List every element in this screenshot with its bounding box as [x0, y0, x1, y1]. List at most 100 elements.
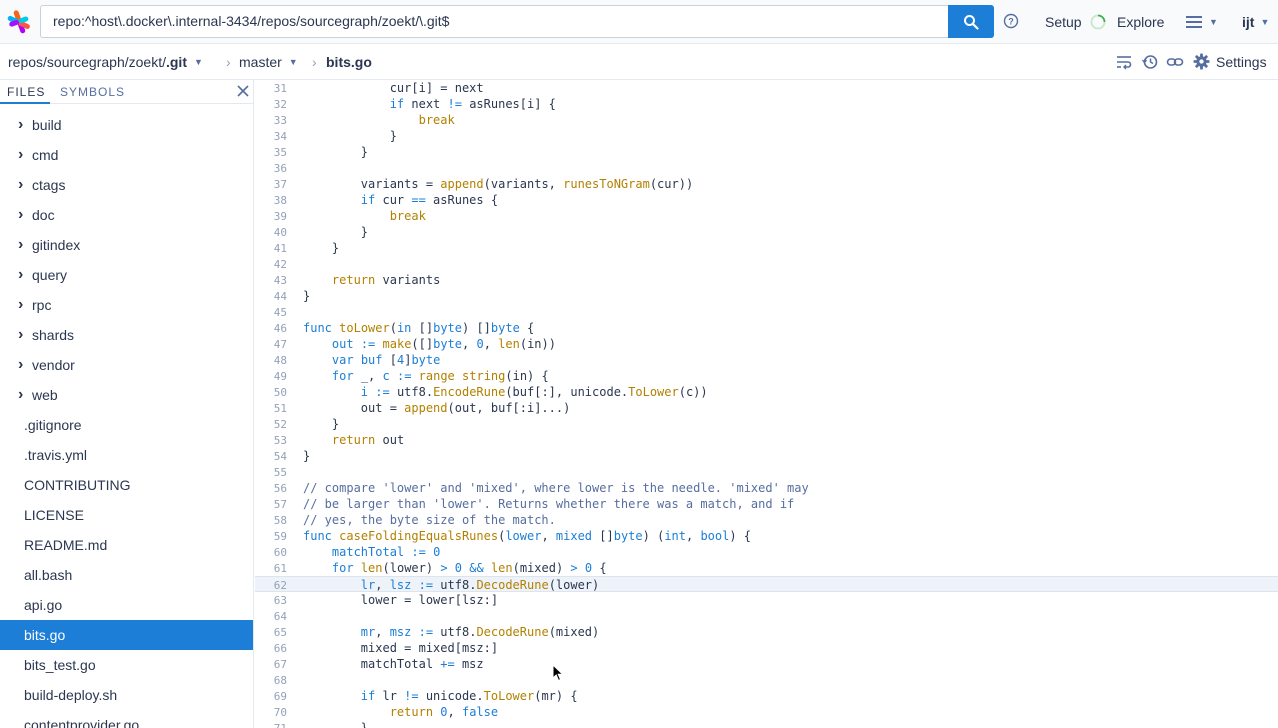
- line-number[interactable]: 35: [255, 145, 287, 161]
- code-line[interactable]: 44}: [255, 288, 1278, 304]
- repo-breadcrumb[interactable]: repos/sourcegraph/zoekt/.git ▼: [8, 54, 203, 70]
- code-line[interactable]: 35 }: [255, 144, 1278, 160]
- tree-dir-item[interactable]: › cmd: [0, 140, 253, 170]
- line-number[interactable]: 71: [255, 721, 287, 728]
- line-number[interactable]: 50: [255, 385, 287, 401]
- code-line[interactable]: 33 break: [255, 112, 1278, 128]
- code-line[interactable]: 37 variants = append(variants, runesToNG…: [255, 176, 1278, 192]
- code-line[interactable]: 65 mr, msz := utf8.DecodeRune(mixed): [255, 624, 1278, 640]
- tree-file-item[interactable]: bits.go: [0, 620, 253, 650]
- code-line[interactable]: 48 var buf [4]byte: [255, 352, 1278, 368]
- line-number[interactable]: 44: [255, 289, 287, 305]
- code-line[interactable]: 56 // compare 'lower' and 'mixed', where …: [255, 480, 1278, 496]
- line-number[interactable]: 61: [255, 561, 287, 577]
- code-line[interactable]: 55: [255, 464, 1278, 480]
- line-number[interactable]: 31: [255, 81, 287, 97]
- tree-dir-item[interactable]: › web: [0, 380, 253, 410]
- tab-symbols[interactable]: SYMBOLS: [60, 85, 125, 99]
- code-view[interactable]: 31 cur[i] = next 32 if next != asRunes[i]…: [255, 80, 1278, 728]
- tree-file-item[interactable]: api.go: [0, 590, 253, 620]
- line-number[interactable]: 42: [255, 257, 287, 273]
- code-line[interactable]: 59 func caseFoldingEqualsRunes(lower, mix…: [255, 528, 1278, 544]
- search-input[interactable]: repo:^host\.docker\.internal-3434/repos/…: [40, 5, 948, 38]
- tree-dir-item[interactable]: › gitindex: [0, 230, 253, 260]
- code-line[interactable]: 67 matchTotal += msz: [255, 656, 1278, 672]
- code-line[interactable]: 70 return 0, false: [255, 704, 1278, 720]
- line-number[interactable]: 54: [255, 449, 287, 465]
- code-line[interactable]: 39 break: [255, 208, 1278, 224]
- tree-dir-item[interactable]: › rpc: [0, 290, 253, 320]
- tree-dir-item[interactable]: › vendor: [0, 350, 253, 380]
- tree-file-item[interactable]: build-deploy.sh: [0, 680, 253, 710]
- line-number[interactable]: 55: [255, 465, 287, 481]
- user-menu[interactable]: ijt ▼: [1242, 14, 1269, 30]
- line-number[interactable]: 66: [255, 641, 287, 657]
- code-line[interactable]: 69 if lr != unicode.ToLower(mr) {: [255, 688, 1278, 704]
- tree-file-item[interactable]: README.md: [0, 530, 253, 560]
- tree-file-item[interactable]: contentprovider.go: [0, 710, 253, 728]
- tree-dir-item[interactable]: › ctags: [0, 170, 253, 200]
- code-line[interactable]: 62 lr, lsz := utf8.DecodeRune(lower): [255, 576, 1278, 592]
- code-line[interactable]: 66 mixed = mixed[msz:]: [255, 640, 1278, 656]
- file-breadcrumb[interactable]: bits.go: [326, 54, 372, 70]
- code-line[interactable]: 61 for len(lower) > 0 && len(mixed) > 0 …: [255, 560, 1278, 576]
- code-line[interactable]: 42: [255, 256, 1278, 272]
- line-number[interactable]: 38: [255, 193, 287, 209]
- line-number[interactable]: 36: [255, 161, 287, 177]
- setup-link[interactable]: Setup: [1045, 14, 1082, 30]
- line-number[interactable]: 49: [255, 369, 287, 385]
- history-icon[interactable]: [1141, 53, 1159, 71]
- line-number[interactable]: 43: [255, 273, 287, 289]
- code-line[interactable]: 43 return variants: [255, 272, 1278, 288]
- tree-dir-item[interactable]: › build: [0, 110, 253, 140]
- tab-files[interactable]: FILES: [7, 85, 45, 99]
- line-number[interactable]: 59: [255, 529, 287, 545]
- code-line[interactable]: 46 func toLower(in []byte) []byte {: [255, 320, 1278, 336]
- tree-file-item[interactable]: .gitignore: [0, 410, 253, 440]
- code-line[interactable]: 47 out := make([]byte, 0, len(in)): [255, 336, 1278, 352]
- line-number[interactable]: 63: [255, 593, 287, 609]
- code-line[interactable]: 45: [255, 304, 1278, 320]
- code-line[interactable]: 71 }: [255, 720, 1278, 728]
- tree-dir-item[interactable]: › doc: [0, 200, 253, 230]
- line-number[interactable]: 45: [255, 305, 287, 321]
- line-number[interactable]: 32: [255, 97, 287, 113]
- code-line[interactable]: 49 for _, c := range string(in) {: [255, 368, 1278, 384]
- code-line[interactable]: 40 }: [255, 224, 1278, 240]
- line-number[interactable]: 56: [255, 481, 287, 497]
- line-number[interactable]: 33: [255, 113, 287, 129]
- code-line[interactable]: 53 return out: [255, 432, 1278, 448]
- code-line[interactable]: 58 // yes, the byte size of the match.: [255, 512, 1278, 528]
- settings-button[interactable]: Settings: [1193, 53, 1267, 70]
- line-number[interactable]: 34: [255, 129, 287, 145]
- line-number[interactable]: 37: [255, 177, 287, 193]
- line-number[interactable]: 41: [255, 241, 287, 257]
- line-number[interactable]: 53: [255, 433, 287, 449]
- line-number[interactable]: 52: [255, 417, 287, 433]
- line-number[interactable]: 47: [255, 337, 287, 353]
- menu-button[interactable]: ▼: [1186, 14, 1222, 30]
- tree-file-item[interactable]: CONTRIBUTING: [0, 470, 253, 500]
- code-line[interactable]: 54}: [255, 448, 1278, 464]
- wrap-lines-icon[interactable]: [1115, 53, 1133, 71]
- tree-dir-item[interactable]: › query: [0, 260, 253, 290]
- tree-file-item[interactable]: LICENSE: [0, 500, 253, 530]
- line-number[interactable]: 64: [255, 609, 287, 625]
- line-number[interactable]: 69: [255, 689, 287, 705]
- code-line[interactable]: 63 lower = lower[lsz:]: [255, 592, 1278, 608]
- search-button[interactable]: [948, 5, 994, 38]
- line-number[interactable]: 67: [255, 657, 287, 673]
- code-line[interactable]: 57 // be larger than 'lower'. Returns whe…: [255, 496, 1278, 512]
- code-line[interactable]: 68: [255, 672, 1278, 688]
- tree-file-item[interactable]: all.bash: [0, 560, 253, 590]
- explore-link[interactable]: Explore: [1117, 14, 1164, 30]
- tree-file-item[interactable]: .travis.yml: [0, 440, 253, 470]
- code-line[interactable]: 60 matchTotal := 0: [255, 544, 1278, 560]
- help-icon[interactable]: ?: [1003, 13, 1019, 29]
- code-line[interactable]: 52 }: [255, 416, 1278, 432]
- sourcegraph-logo-icon[interactable]: [6, 9, 32, 35]
- line-number[interactable]: 65: [255, 625, 287, 641]
- line-number[interactable]: 51: [255, 401, 287, 417]
- line-number[interactable]: 68: [255, 673, 287, 689]
- code-line[interactable]: 31 cur[i] = next: [255, 80, 1278, 96]
